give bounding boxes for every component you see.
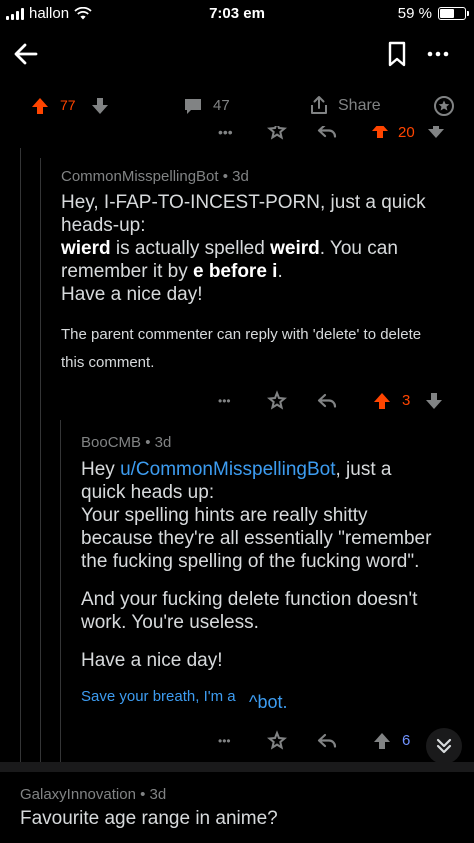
- score: 6: [402, 732, 411, 749]
- reply-icon[interactable]: [316, 126, 338, 142]
- comment-text: , just a: [335, 459, 392, 480]
- user-mention-link[interactable]: u/CommonMisspellingBot: [120, 459, 335, 480]
- upvote-icon[interactable]: [370, 126, 390, 140]
- award-icon[interactable]: [266, 730, 288, 752]
- comment-line: because they're all essentially "remembe…: [81, 528, 432, 549]
- comment-action-row: ••• 3: [0, 390, 474, 416]
- footer-line: The parent commenter can reply with 'del…: [61, 326, 422, 343]
- battery-percent: 59 %: [397, 5, 432, 22]
- comment-age: 3d: [232, 168, 249, 185]
- comment-line: Hey, I-FAP-TO-INCEST-PORN, just a quick: [61, 192, 426, 213]
- comment-action-row: ••• 6: [0, 730, 420, 756]
- comment-line: Have a nice day!: [81, 650, 223, 671]
- comment-boocmb: BooCMB • 3d Hey u/CommonMisspellingBot, …: [81, 434, 471, 712]
- comment-age: 3d: [149, 786, 167, 803]
- downvote-icon[interactable]: [90, 96, 110, 116]
- share-icon[interactable]: [308, 94, 330, 116]
- more-dots-icon[interactable]: •••: [218, 126, 233, 140]
- comment-body: Hey u/CommonMisspellingBot, just a quick…: [81, 458, 471, 672]
- footer-line: this comment.: [61, 354, 155, 371]
- thread-line: [60, 420, 61, 762]
- comment-line: quick heads up:: [81, 482, 215, 503]
- comment-line: remember it by e before i.: [61, 260, 466, 283]
- comment-line: heads-up:: [61, 215, 146, 236]
- comment-body: Hey, I-FAP-TO-INCEST-PORN, just a quick …: [61, 191, 466, 306]
- comment-line: wierd is actually spelled weird. You can: [61, 237, 466, 260]
- comment-icon[interactable]: [183, 97, 203, 115]
- comment-author[interactable]: CommonMisspellingBot: [61, 168, 219, 185]
- parent-comment-action-row: ••• 20: [0, 126, 474, 148]
- comment-meta: CommonMisspellingBot • 3d: [61, 168, 249, 185]
- comment-text: .: [277, 261, 283, 282]
- status-bar: hallon 7:03 em 59 %: [0, 0, 474, 28]
- reply-icon[interactable]: [316, 730, 338, 752]
- bot-footer-sup[interactable]: ^bot.: [249, 692, 287, 713]
- collapse-thread-button[interactable]: [426, 728, 462, 764]
- comment-galaxyinnovation: GalaxyInnovation • 3d Favourite age rang…: [0, 772, 474, 843]
- misspelled-word: wierd: [61, 238, 111, 259]
- share-button[interactable]: Share: [338, 97, 381, 115]
- more-dots-icon[interactable]: •••: [218, 394, 231, 408]
- correct-word: weird: [270, 238, 320, 259]
- award-icon[interactable]: [432, 94, 456, 118]
- score: 20: [398, 126, 415, 141]
- comment-footer: The parent commenter can reply with 'del…: [61, 321, 466, 377]
- back-arrow-icon[interactable]: [12, 40, 40, 68]
- comment-author[interactable]: BooCMB: [81, 434, 141, 451]
- comment-line: the fucking spelling of the fucking word…: [81, 551, 420, 572]
- comment-text: Hey: [81, 459, 121, 480]
- upvote-icon[interactable]: [372, 391, 392, 411]
- bookmark-icon[interactable]: [386, 40, 408, 68]
- comment-text: . You can: [319, 238, 398, 259]
- comment-meta: GalaxyInnovation • 3d: [20, 786, 167, 803]
- comment-line: Your spelling hints are really shitty: [81, 505, 368, 526]
- spelling-rule: e before i: [192, 261, 278, 282]
- more-dots-icon[interactable]: •••: [218, 734, 231, 748]
- comment-author[interactable]: GalaxyInnovation: [20, 786, 136, 803]
- award-icon[interactable]: [266, 390, 288, 412]
- battery-icon: [438, 7, 469, 20]
- downvote-icon[interactable]: [424, 391, 444, 411]
- comment-commonmisspellingbot: CommonMisspellingBot • 3d Hey, I-FAP-TO-…: [61, 168, 466, 377]
- comment-meta: BooCMB • 3d: [81, 434, 172, 451]
- post-action-bar: 77 47 Share: [0, 88, 474, 124]
- comment-text: is actually spelled: [110, 238, 271, 259]
- more-options-icon[interactable]: [424, 40, 452, 68]
- thread-line: [20, 148, 21, 762]
- upvote-icon[interactable]: [372, 731, 392, 751]
- upvote-icon[interactable]: [30, 96, 50, 116]
- reply-icon[interactable]: [316, 390, 338, 412]
- score: 3: [402, 392, 411, 409]
- comment-age: 3d: [154, 434, 172, 451]
- award-icon[interactable]: [266, 126, 288, 142]
- status-right: 59 %: [397, 5, 469, 22]
- comment-line: work. You're useless.: [81, 612, 259, 633]
- comment-line: Have a nice day!: [61, 284, 203, 305]
- comment-line: And your fucking delete function doesn't: [81, 589, 418, 610]
- bot-footer: Save your breath, I'm a ^bot.: [81, 686, 471, 712]
- thread-line: [40, 158, 41, 762]
- comment-body: Favourite age range in anime?: [20, 808, 278, 829]
- upvote-count: 77: [60, 97, 76, 113]
- comment-line: Hey u/CommonMisspellingBot, just a: [81, 458, 471, 481]
- comment-divider: [0, 762, 474, 772]
- bot-footer-link[interactable]: Save your breath, I'm a: [81, 688, 236, 705]
- nav-bar: [0, 30, 474, 78]
- downvote-icon[interactable]: [426, 126, 446, 140]
- reddit-thread-screen: hallon 7:03 em 59 % 77 47 Share ••• 20 C…: [0, 0, 474, 843]
- comment-text: remember it by: [61, 261, 193, 282]
- double-chevron-down-icon: [436, 738, 452, 754]
- comment-count: 47: [213, 97, 230, 114]
